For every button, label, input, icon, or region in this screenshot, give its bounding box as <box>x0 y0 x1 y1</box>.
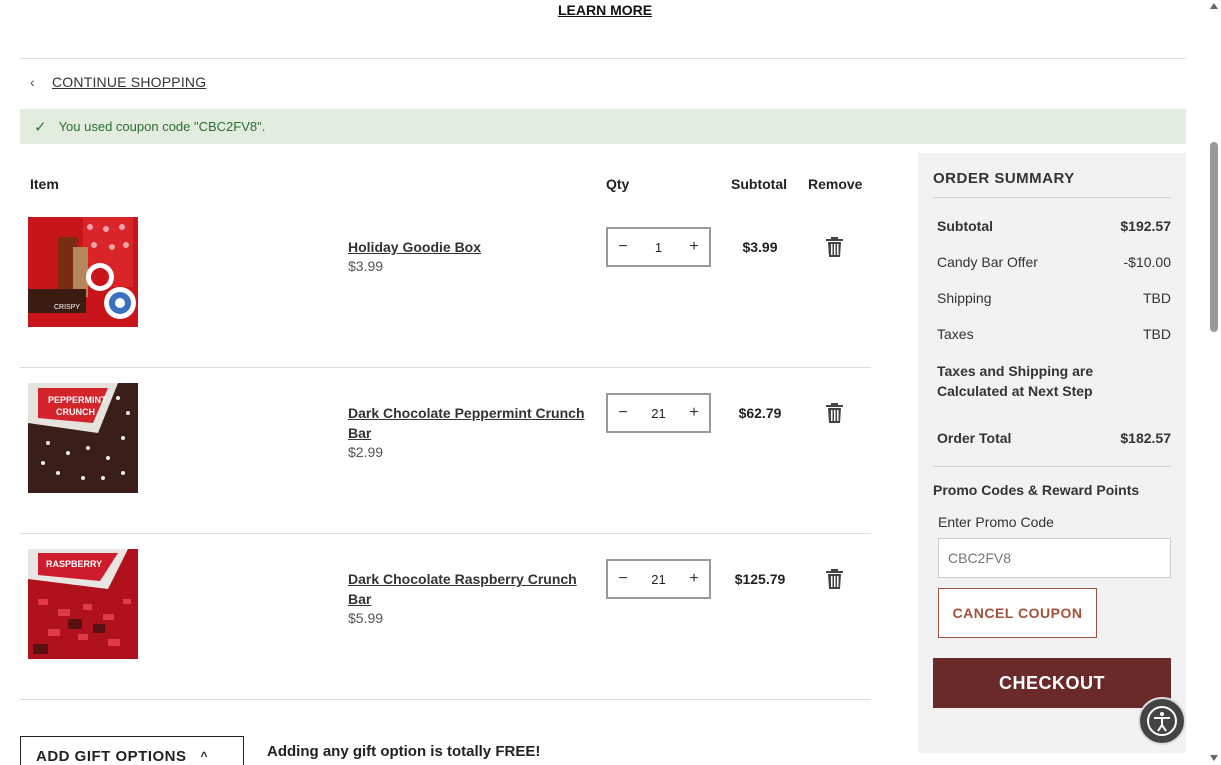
row-divider <box>20 367 871 368</box>
continue-shopping-link[interactable]: CONTINUE SHOPPING <box>52 74 206 90</box>
svg-text:PEPPERMINT: PEPPERMINT <box>48 395 107 405</box>
checkout-button[interactable]: CHECKOUT <box>933 658 1171 708</box>
add-gift-options-button[interactable]: ADD GIFT OPTIONS ^ <box>20 736 244 765</box>
product-image-peppermint-crunch-bar[interactable]: PEPPERMINT CRUNCH <box>28 383 138 493</box>
continue-shopping[interactable]: ‹ CONTINUE SHOPPING <box>30 74 206 90</box>
promo-code-input[interactable] <box>938 538 1171 578</box>
product-image-raspberry-crunch-bar[interactable]: RASPBERRY <box>28 549 138 659</box>
product-image-holiday-goodie-box[interactable]: CRISPY <box>28 217 138 327</box>
product-price: $5.99 <box>348 610 384 626</box>
top-divider <box>20 58 1186 59</box>
summary-subtotal-row: Subtotal $192.57 <box>937 218 1171 234</box>
row-divider <box>20 699 871 700</box>
promo-code-label: Enter Promo Code <box>938 514 1054 530</box>
summary-divider <box>933 466 1171 467</box>
product-name-link[interactable]: Dark Chocolate Raspberry Crunch Bar <box>348 569 593 609</box>
scroll-down-arrow[interactable] <box>1210 755 1218 761</box>
coupon-success-banner: ✓ You used coupon code "CBC2FV8". <box>20 109 1186 144</box>
header-item: Item <box>30 176 59 192</box>
item-subtotal: $62.79 <box>738 405 782 421</box>
quantity-value[interactable]: 21 <box>651 572 665 587</box>
summary-subtotal-label: Subtotal <box>937 218 993 234</box>
item-subtotal: $3.99 <box>742 239 778 255</box>
summary-offer-value: -$10.00 <box>1123 254 1171 270</box>
summary-subtotal-value: $192.57 <box>1120 218 1171 234</box>
header-subtotal: Subtotal <box>731 176 787 192</box>
quantity-stepper[interactable]: − 1 + <box>606 227 711 267</box>
product-price: $3.99 <box>348 258 384 274</box>
summary-offer-label: Candy Bar Offer <box>937 254 1038 270</box>
cancel-coupon-button[interactable]: CANCEL COUPON <box>938 588 1097 638</box>
summary-taxes-value: TBD <box>1143 326 1171 342</box>
product-name-link[interactable]: Holiday Goodie Box <box>348 237 593 257</box>
summary-divider <box>933 197 1171 198</box>
learn-more-link[interactable]: LEARN MORE <box>558 2 652 18</box>
check-icon: ✓ <box>34 118 47 136</box>
quantity-stepper[interactable]: − 21 + <box>606 559 711 599</box>
gift-button-label: ADD GIFT OPTIONS <box>36 747 187 765</box>
coupon-message: You used coupon code "CBC2FV8". <box>58 119 266 134</box>
tax-shipping-note: Taxes and Shipping are Calculated at Nex… <box>937 363 1094 399</box>
header-remove: Remove <box>808 176 863 192</box>
svg-text:RASPBERRY: RASPBERRY <box>46 559 102 569</box>
summary-taxes-label: Taxes <box>937 326 974 342</box>
summary-total-value: $182.57 <box>1120 430 1171 446</box>
plus-icon[interactable]: + <box>687 404 701 422</box>
product-name-link[interactable]: Dark Chocolate Peppermint Crunch Bar <box>348 403 593 443</box>
scroll-up-arrow[interactable] <box>1210 3 1218 9</box>
minus-icon[interactable]: − <box>616 404 630 422</box>
summary-taxes-row: Taxes TBD <box>937 326 1171 342</box>
chevron-up-icon: ^ <box>200 749 209 763</box>
summary-offer-row: Candy Bar Offer -$10.00 <box>937 254 1171 270</box>
trash-icon[interactable] <box>826 237 843 257</box>
quantity-stepper[interactable]: − 21 + <box>606 393 711 433</box>
order-summary-panel: ORDER SUMMARY Subtotal $192.57 Candy Bar… <box>918 153 1186 753</box>
gift-note: Adding any gift option is totally FREE! <box>267 743 541 760</box>
quantity-value[interactable]: 21 <box>651 406 665 421</box>
row-divider <box>20 533 871 534</box>
scrollbar-thumb[interactable] <box>1210 142 1218 332</box>
summary-shipping-row: Shipping TBD <box>937 290 1171 306</box>
summary-shipping-value: TBD <box>1143 290 1171 306</box>
trash-icon[interactable] <box>826 569 843 589</box>
minus-icon[interactable]: − <box>616 238 630 256</box>
svg-text:CRISPY: CRISPY <box>54 304 80 311</box>
trash-icon[interactable] <box>826 403 843 423</box>
accessibility-icon[interactable] <box>1138 697 1186 745</box>
summary-shipping-label: Shipping <box>937 290 992 306</box>
promo-section-title: Promo Codes & Reward Points <box>933 482 1140 498</box>
item-subtotal: $125.79 <box>734 571 786 587</box>
cart-row: CRISPY Holiday Goodie Box $3.99 − 1 + $3… <box>20 217 871 383</box>
plus-icon[interactable]: + <box>687 238 701 256</box>
svg-text:CRUNCH: CRUNCH <box>56 407 95 417</box>
page-scrollbar[interactable] <box>1207 0 1221 765</box>
summary-total-row: Order Total $182.57 <box>937 430 1171 446</box>
plus-icon[interactable]: + <box>687 570 701 588</box>
chevron-left-icon: ‹ <box>30 74 35 90</box>
cart-row: PEPPERMINT CRUNCH Dark Chocolate Pepperm… <box>20 383 871 549</box>
header-qty: Qty <box>606 176 630 192</box>
order-summary-title: ORDER SUMMARY <box>933 170 1075 187</box>
quantity-value[interactable]: 1 <box>655 240 662 255</box>
summary-total-label: Order Total <box>937 430 1012 446</box>
cart-row: RASPBERRY Dark Chocolate Raspberry Crunc… <box>20 549 871 715</box>
minus-icon[interactable]: − <box>616 570 630 588</box>
product-price: $2.99 <box>348 444 384 460</box>
